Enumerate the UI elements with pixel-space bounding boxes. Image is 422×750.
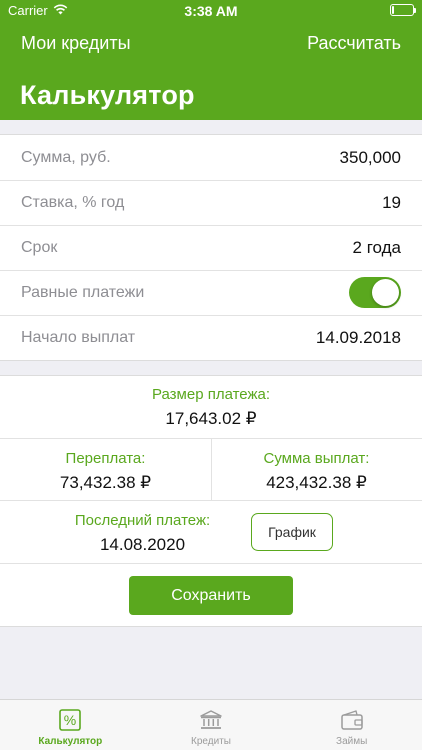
loan-form: Сумма, руб. 350,000 Ставка, % год 19 Сро… [0, 134, 422, 361]
overpay-value: 73,432.38 ₽ [59, 473, 152, 492]
last-payment-value: 14.08.2020 [99, 535, 186, 554]
rate-value[interactable]: 19 [382, 193, 401, 213]
term-label: Срок [21, 238, 58, 256]
term-row[interactable]: Срок 2 года [0, 225, 422, 270]
wallet-icon [339, 708, 365, 732]
results-panel: Размер платежа: 17,643.02 ₽ Переплата: 7… [0, 375, 422, 627]
overpay-block: Переплата: 73,432.38 ₽ [0, 450, 211, 493]
calculate-button[interactable]: Рассчитать [307, 33, 401, 54]
rate-label: Ставка, % год [21, 193, 125, 211]
battery-fill [392, 6, 394, 14]
tab-loans-label: Займы [336, 736, 368, 747]
total-value: 423,432.38 ₽ [266, 473, 367, 492]
last-payment-block: Последний платеж: 14.08.2020 [35, 512, 250, 555]
status-bar: Carrier 3:38 AM [0, 0, 422, 22]
start-date-value[interactable]: 14.09.2018 [316, 328, 401, 348]
overpay-label: Переплата: [65, 450, 146, 467]
total-label: Сумма выплат: [263, 450, 370, 467]
payment-value: 17,643.02 ₽ [165, 409, 257, 428]
status-right [390, 4, 416, 16]
status-time: 3:38 AM [184, 3, 238, 19]
start-date-row[interactable]: Начало выплат 14.09.2018 [0, 315, 422, 360]
divider [0, 500, 422, 501]
divider [0, 563, 422, 564]
amount-row[interactable]: Сумма, руб. 350,000 [0, 135, 422, 180]
percent-icon: % [57, 708, 83, 732]
bank-icon [198, 708, 224, 732]
amount-value[interactable]: 350,000 [340, 148, 401, 168]
equal-payments-label: Равные платежи [21, 283, 145, 301]
tab-bar: % Калькулятор Кредиты Займы [0, 699, 422, 750]
equal-payments-toggle[interactable] [349, 277, 401, 308]
header: Carrier 3:38 AM Мои кредиты Рассчитать К… [0, 0, 422, 120]
equal-payments-row: Равные платежи [0, 270, 422, 315]
battery-icon [390, 4, 416, 16]
payment-label: Размер платежа: [151, 386, 271, 403]
svg-text:%: % [64, 712, 76, 728]
tab-credits[interactable]: Кредиты [141, 700, 282, 750]
last-payment-label: Последний платеж: [74, 512, 211, 529]
rate-row[interactable]: Ставка, % год 19 [0, 180, 422, 225]
save-button[interactable]: Сохранить [129, 576, 293, 615]
start-date-label: Начало выплат [21, 328, 136, 346]
term-value[interactable]: 2 года [353, 238, 401, 258]
page-title: Калькулятор [20, 80, 195, 110]
my-credits-button[interactable]: Мои кредиты [21, 33, 131, 54]
toggle-knob [372, 279, 399, 306]
tab-calculator[interactable]: % Калькулятор [0, 700, 141, 750]
amount-label: Сумма, руб. [21, 148, 111, 166]
tab-credits-label: Кредиты [191, 736, 231, 747]
tab-calculator-label: Калькулятор [38, 736, 103, 747]
tab-loans[interactable]: Займы [281, 700, 422, 750]
payment-block: Размер платежа: 17,643.02 ₽ [0, 386, 422, 429]
total-block: Сумма выплат: 423,432.38 ₽ [211, 450, 422, 493]
schedule-button[interactable]: График [251, 513, 333, 551]
